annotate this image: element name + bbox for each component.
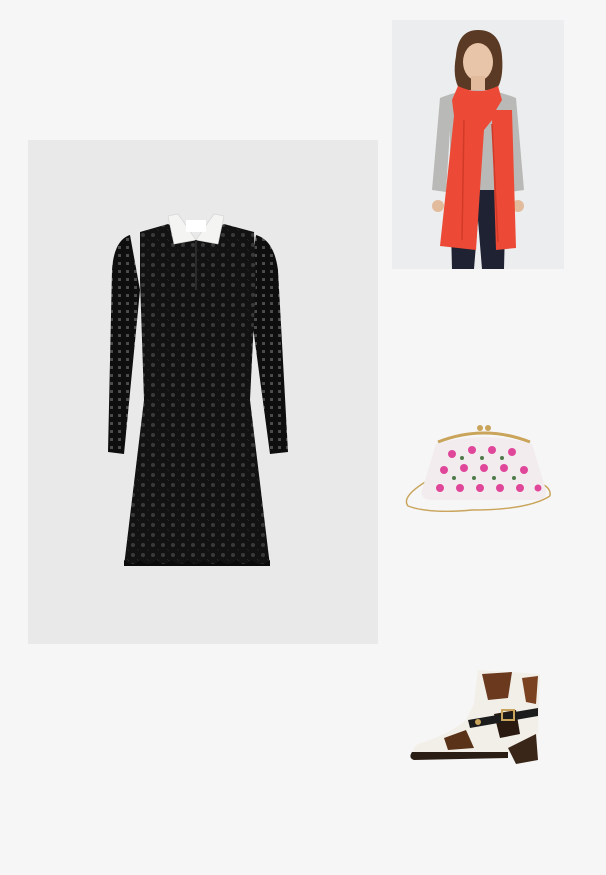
bag-product-tile[interactable] <box>400 420 556 532</box>
boot-product-tile[interactable] <box>404 664 554 776</box>
scarf-image <box>432 30 524 269</box>
dress-product-tile[interactable] <box>28 140 378 644</box>
dress-image <box>108 213 288 566</box>
boot-image <box>410 670 540 764</box>
bag-image <box>405 425 551 513</box>
scarf-product-tile[interactable] <box>392 20 564 269</box>
